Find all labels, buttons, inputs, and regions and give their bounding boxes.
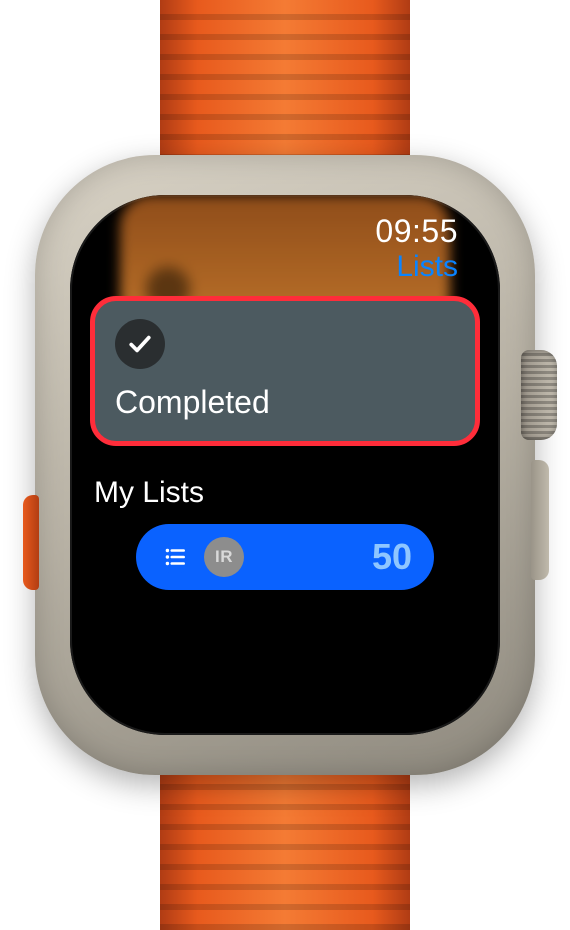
checkmark-icon xyxy=(115,319,165,369)
digital-crown[interactable] xyxy=(521,350,557,440)
clock-time: 09:55 xyxy=(375,213,458,250)
list-item-count: 50 xyxy=(372,536,412,578)
shared-avatar: IR xyxy=(204,537,244,577)
list-bullet-icon xyxy=(158,540,192,574)
watch-case: Flagged 09:55 Lists Completed My Lists xyxy=(35,155,535,775)
watch-screen: Flagged 09:55 Lists Completed My Lists xyxy=(70,195,500,735)
action-button[interactable] xyxy=(23,495,39,590)
side-button[interactable] xyxy=(531,460,549,580)
list-card-completed[interactable]: Completed xyxy=(90,296,480,446)
list-card-label: Completed xyxy=(115,384,455,421)
list-item-reminders[interactable]: IR 50 xyxy=(136,524,434,590)
status-bar: 09:55 Lists xyxy=(90,213,480,284)
avatar-initials: IR xyxy=(215,547,233,567)
section-header-my-lists: My Lists xyxy=(94,476,476,510)
screen-title[interactable]: Lists xyxy=(396,250,458,284)
